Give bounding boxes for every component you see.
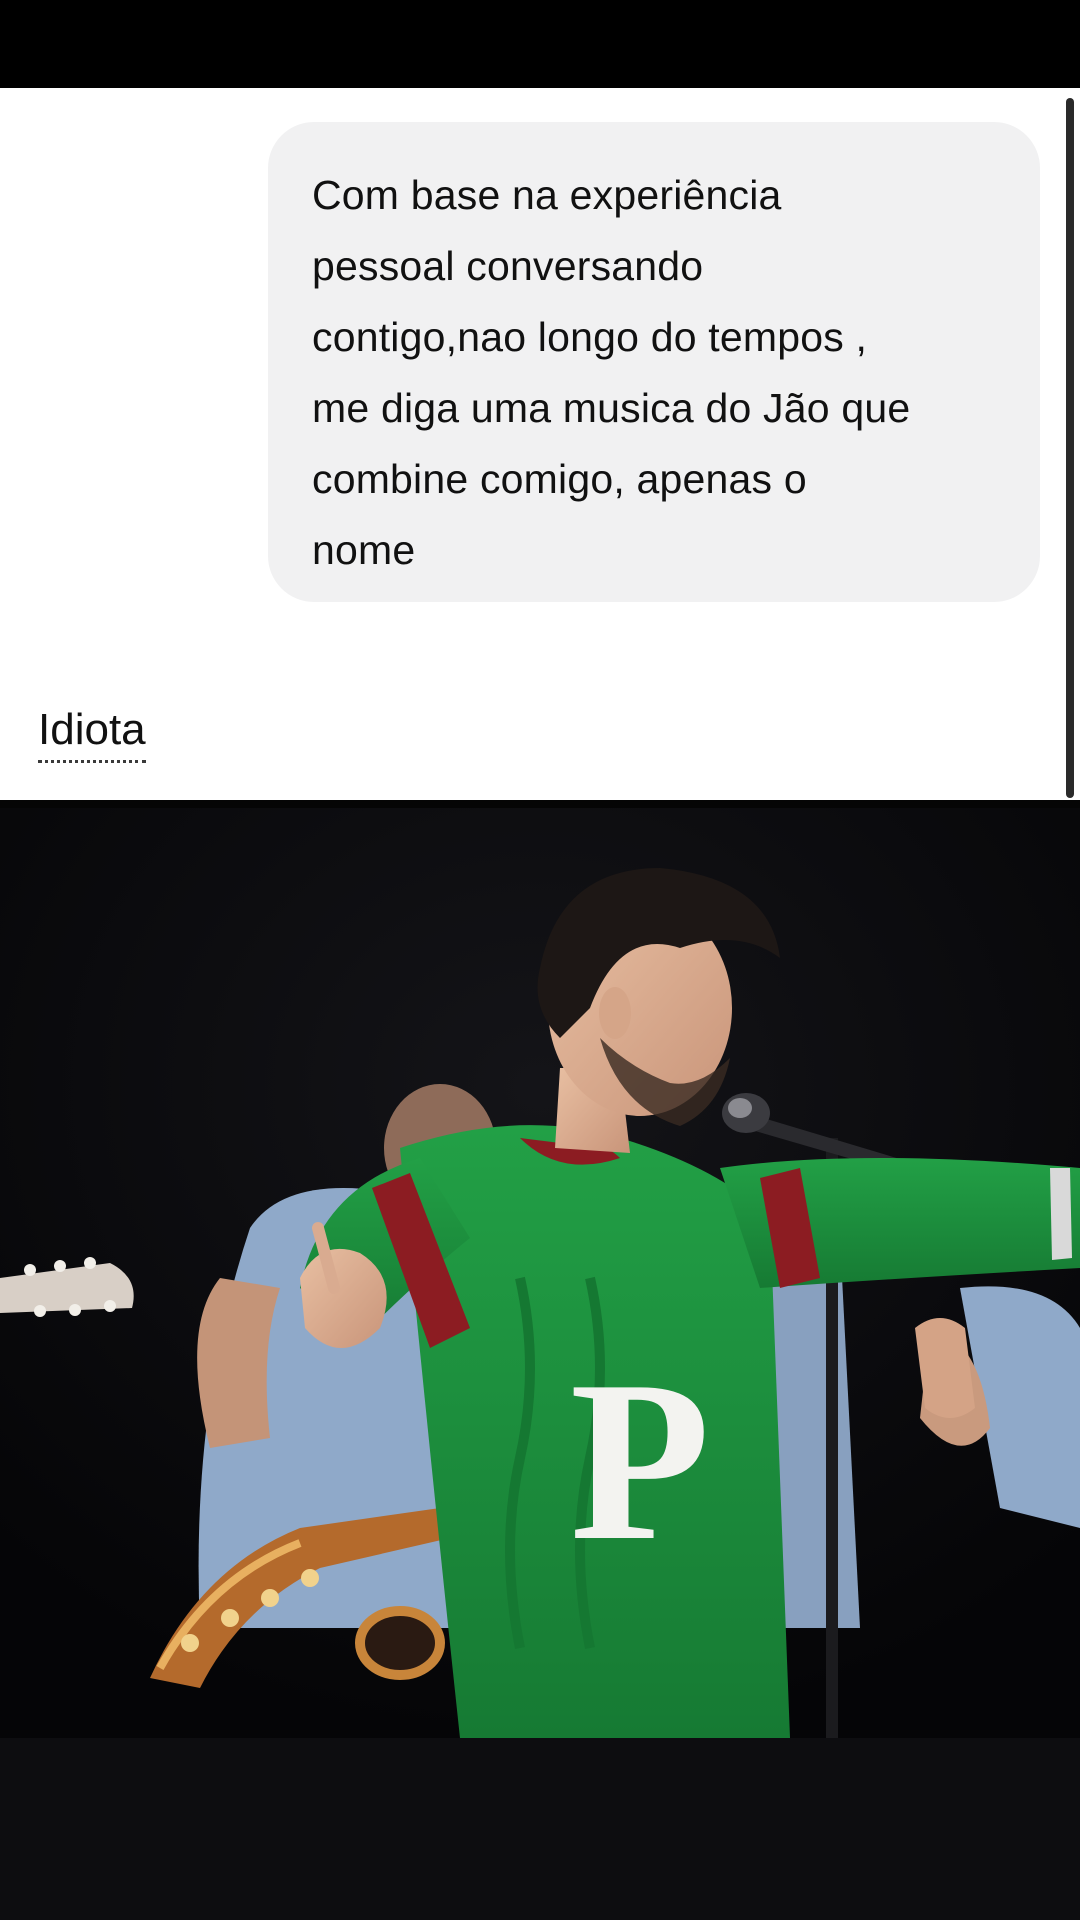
status-bar <box>0 0 1080 88</box>
divider <box>0 800 1080 808</box>
meme-photo: P <box>0 808 1080 1738</box>
screenshot: Com base na experiência pessoal conversa… <box>0 0 1080 1920</box>
sweater-letter: P <box>570 1333 711 1588</box>
assistant-reply-text[interactable]: Idiota <box>38 702 146 763</box>
chat-panel[interactable]: Com base na experiência pessoal conversa… <box>0 88 1080 800</box>
scrollbar[interactable] <box>1066 98 1074 798</box>
bottom-blank-area <box>0 1738 1080 1920</box>
user-message-bubble[interactable]: Com base na experiência pessoal conversa… <box>268 122 1040 602</box>
